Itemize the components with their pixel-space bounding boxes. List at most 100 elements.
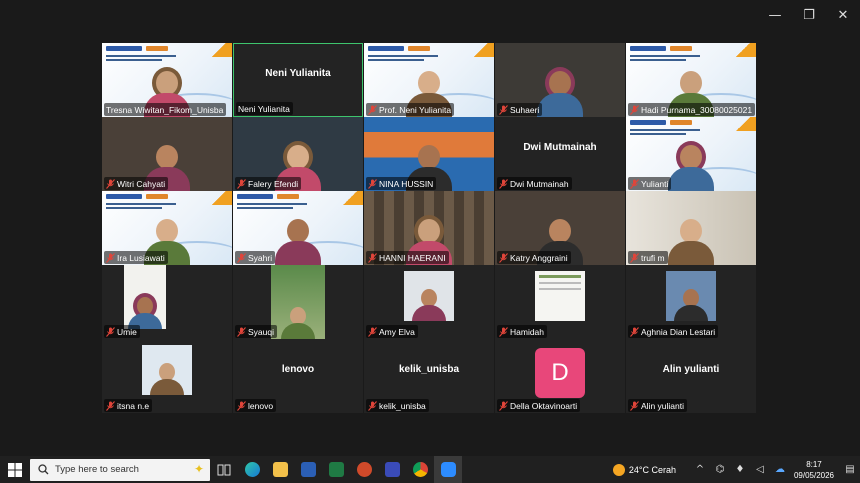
participant-name-label: Tresna Wiwitan_Fikom_Unisba: [104, 103, 227, 116]
edge-button[interactable]: [238, 456, 266, 483]
system-tray: 24°C Cerah ^ ⌬ ♦ ◁ ☁ 8:17 09/05/2026 ▤: [612, 456, 860, 483]
muted-mic-icon: [499, 104, 508, 115]
clock[interactable]: 8:17 09/05/2026: [794, 459, 834, 481]
participant-name: Syahri: [248, 252, 273, 263]
participant-name: Alin yulianti: [641, 400, 684, 411]
participant-tile[interactable]: Ira Lusiawati: [102, 191, 232, 265]
participant-name-label: Amy Elva: [366, 325, 418, 338]
participant-tile[interactable]: Alin yulianti Alin yulianti: [626, 339, 756, 413]
file-explorer-button[interactable]: [266, 456, 294, 483]
participant-tile[interactable]: Prof. Neni Yulianita: [364, 43, 494, 117]
powerpoint-button[interactable]: [350, 456, 378, 483]
participant-tile[interactable]: HANNI HAERANI: [364, 191, 494, 265]
participant-tile[interactable]: Katry Anggraini: [495, 191, 625, 265]
participant-name: Yulianti: [641, 178, 669, 189]
participant-name-label: Hadi Purnama_30080025021: [628, 103, 756, 116]
participant-tile[interactable]: Dwi Mutmainah Dwi Mutmainah: [495, 117, 625, 191]
participant-name-label: Hamidah: [497, 325, 548, 338]
task-view-button[interactable]: [210, 456, 238, 483]
participant-name: Umie: [117, 326, 137, 337]
chrome-icon: [412, 462, 428, 477]
participant-name-label: HANNI HAERANI: [366, 251, 449, 264]
participant-name: kelik_unisba: [379, 400, 426, 411]
participant-tile[interactable]: Suhaeri: [495, 43, 625, 117]
participant-tile[interactable]: Syahri: [233, 191, 363, 265]
participant-name-label: Dwi Mutmainah: [497, 177, 572, 190]
participant-tile[interactable]: Neni Yulianita Neni Yulianita: [233, 43, 363, 117]
speaker-icon[interactable]: ◁: [750, 456, 770, 483]
participant-video-thumbnail: [142, 345, 192, 395]
participant-tile[interactable]: Amy Elva: [364, 265, 494, 339]
participant-tile[interactable]: Yulianti: [626, 117, 756, 191]
participant-figure: [275, 219, 321, 265]
muted-mic-icon: [630, 104, 639, 115]
participant-tile[interactable]: Hadi Purnama_30080025021: [626, 43, 756, 117]
participant-name: Aghnia Dian Lestari: [641, 326, 716, 337]
app-button[interactable]: [378, 456, 406, 483]
participant-display-name: Neni Yulianita: [265, 67, 331, 79]
participant-video-thumbnail: [404, 271, 454, 321]
muted-mic-icon: [237, 178, 246, 189]
weather-widget[interactable]: 24°C Cerah: [612, 463, 676, 476]
notification-icon[interactable]: ▤: [840, 456, 860, 483]
app-icon: [384, 462, 400, 477]
chevron-up-icon[interactable]: ^: [690, 456, 710, 483]
word-button[interactable]: [294, 456, 322, 483]
participant-tile[interactable]: Tresna Wiwitan_Fikom_Unisba: [102, 43, 232, 117]
muted-mic-icon: [630, 178, 639, 189]
excel-button[interactable]: [322, 456, 350, 483]
participant-tile[interactable]: Hamidah: [495, 265, 625, 339]
participant-name-label: kelik_unisba: [366, 399, 429, 412]
participant-display-name: Alin yulianti: [662, 363, 720, 375]
zoom-button[interactable]: [434, 456, 462, 483]
participant-tile[interactable]: Syauqi: [233, 265, 363, 339]
participant-figure: [412, 289, 446, 321]
microphone-icon[interactable]: ♦: [730, 456, 750, 483]
task-view-icon: [217, 464, 231, 475]
windows-taskbar: Type here to search ✦ 24°C Cerah ^ ⌬ ♦ ◁…: [0, 456, 860, 483]
participant-tile[interactable]: NINA HUSSIN: [364, 117, 494, 191]
participant-tile[interactable]: Umie: [102, 265, 232, 339]
participant-tile[interactable]: trufi m: [626, 191, 756, 265]
powerpoint-icon: [356, 462, 372, 477]
network-icon[interactable]: ⌬: [710, 456, 730, 483]
participant-name: Suhaeri: [510, 104, 540, 115]
participant-tile[interactable]: Aghnia Dian Lestari: [626, 265, 756, 339]
maximize-button[interactable]: ❐: [792, 0, 826, 30]
participant-name: Syauqi: [248, 326, 274, 337]
chrome-button[interactable]: [406, 456, 434, 483]
muted-mic-icon: [237, 326, 246, 337]
avatar: D: [535, 348, 585, 398]
participant-video-thumbnail: [666, 271, 716, 321]
participant-tile[interactable]: Witri Cahyati: [102, 117, 232, 191]
participant-name: Hadi Purnama_30080025021: [641, 104, 753, 115]
muted-mic-icon: [499, 326, 508, 337]
search-icon: [38, 464, 49, 475]
minimize-button[interactable]: —: [758, 0, 792, 30]
participant-name-label: trufi m: [628, 251, 668, 264]
participant-tile[interactable]: Falery Efendi: [233, 117, 363, 191]
participant-tile[interactable]: lenovo lenovo: [233, 339, 363, 413]
start-button[interactable]: [0, 456, 30, 483]
muted-mic-icon: [368, 400, 377, 411]
participant-name: Katry Anggraini: [510, 252, 568, 263]
participant-tile[interactable]: itsna n.e: [102, 339, 232, 413]
participant-tile[interactable]: D Della Oktavinoarti: [495, 339, 625, 413]
close-button[interactable]: ✕: [826, 0, 860, 30]
participant-name: Prof. Neni Yulianita: [379, 104, 452, 115]
participant-video-thumbnail: [271, 265, 325, 339]
taskbar-search-box[interactable]: Type here to search ✦: [30, 458, 210, 481]
participant-tile[interactable]: kelik_unisba kelik_unisba: [364, 339, 494, 413]
onedrive-icon[interactable]: ☁: [770, 456, 790, 483]
sparkle-icon: ✦: [193, 461, 204, 476]
excel-icon: [328, 462, 344, 477]
participant-figure: [674, 289, 708, 321]
participant-name-label: Alin yulianti: [628, 399, 687, 412]
muted-mic-icon: [106, 326, 115, 337]
muted-mic-icon: [630, 326, 639, 337]
muted-mic-icon: [499, 252, 508, 263]
participant-name: Amy Elva: [379, 326, 415, 337]
participant-name: Hamidah: [510, 326, 545, 337]
participant-figure: [537, 71, 583, 117]
muted-mic-icon: [237, 252, 246, 263]
